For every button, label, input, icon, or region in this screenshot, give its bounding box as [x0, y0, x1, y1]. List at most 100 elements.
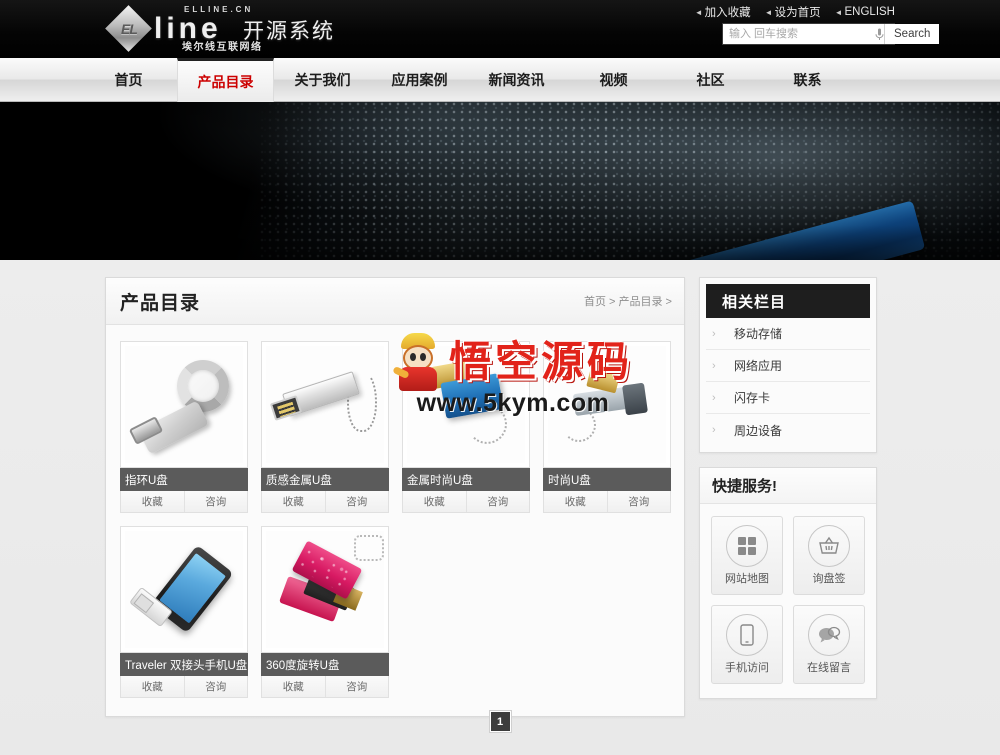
set-homepage-label: 设为首页	[774, 7, 821, 19]
breadcrumb[interactable]: 首页 > 产品目录 >	[584, 293, 672, 309]
quick-services-title: 快捷服务!	[700, 468, 876, 504]
product-card[interactable]: 时尚U盘 收藏 咨询	[543, 341, 671, 513]
product-card[interactable]: 金属时尚U盘 收藏 咨询	[402, 341, 530, 513]
nav-item-community[interactable]: 社区	[662, 58, 759, 102]
pagination-page-1[interactable]: 1	[490, 712, 510, 731]
product-actions: 收藏 咨询	[261, 491, 389, 513]
related-categories-title: 相关栏目	[706, 284, 870, 318]
hero-banner: DataTraveler VAULT PRIVACY DataTraveler …	[0, 102, 1000, 260]
sidebar-item-flash-cards[interactable]: › 闪存卡	[706, 382, 870, 414]
product-card[interactable]: 指环U盘 收藏 咨询	[120, 341, 248, 513]
banner-vignette	[0, 102, 1000, 260]
english-label: ENGLISH	[844, 6, 896, 18]
related-categories-box: 相关栏目 › 移动存储 › 网络应用 › 闪存卡 › 周边设备	[699, 277, 877, 453]
service-tile-sitemap[interactable]: 网站地图	[711, 516, 783, 595]
inquire-button[interactable]: 咨询	[183, 676, 248, 697]
nav-item-cases[interactable]: 应用案例	[371, 58, 468, 102]
english-link[interactable]: ◄ ENGLISH	[835, 6, 895, 18]
product-actions: 收藏 咨询	[402, 491, 530, 513]
favorite-button[interactable]: 收藏	[262, 491, 325, 512]
chevron-right-icon: ›	[712, 424, 716, 436]
related-categories-list: › 移动存储 › 网络应用 › 闪存卡 › 周边设备	[700, 318, 876, 452]
search-bar[interactable]: Search	[722, 23, 940, 45]
main-navigation: 首页 产品目录 关于我们 应用案例 新闻资讯 视频 社区 联系	[0, 58, 1000, 102]
page-body: 产品目录 首页 > 产品目录 > 指环U盘 收藏 咨询 质感金属U盘 收藏 咨询…	[0, 260, 1000, 755]
set-homepage-link[interactable]: ◄ 设为首页	[765, 4, 821, 20]
product-image[interactable]	[261, 526, 389, 653]
product-image[interactable]	[543, 341, 671, 468]
chat-icon	[808, 614, 850, 656]
panel-header: 产品目录 首页 > 产品目录 >	[106, 278, 684, 325]
service-tile-label: 询盘签	[812, 573, 846, 585]
service-tile-label: 在线留言	[807, 662, 851, 674]
inquire-button[interactable]: 咨询	[324, 676, 389, 697]
triangle-left-icon: ◄	[834, 7, 843, 17]
nav-item-home[interactable]: 首页	[80, 58, 177, 102]
product-name: 金属时尚U盘	[402, 468, 530, 491]
inquire-button[interactable]: 咨询	[183, 491, 248, 512]
service-tile-label: 手机访问	[725, 662, 769, 674]
sidebar-item-label: 网络应用	[734, 359, 783, 373]
logo-diamond-icon: EL	[105, 5, 152, 52]
logo-mark-text: EL	[121, 21, 138, 37]
site-header: EL ELLINE.CN line 埃尔线互联网络 开源系统 ◄ 加入收藏 ◄ …	[0, 0, 1000, 58]
quick-services-box: 快捷服务! 网站地图 询盘签 手机访问 在线留言	[699, 467, 877, 699]
header-utility-links: ◄ 加入收藏 ◄ 设为首页 ◄ ENGLISH	[695, 4, 895, 20]
basket-icon	[808, 525, 850, 567]
triangle-left-icon: ◄	[694, 7, 703, 17]
service-tile-mobile[interactable]: 手机访问	[711, 605, 783, 684]
product-catalog-panel: 产品目录 首页 > 产品目录 > 指环U盘 收藏 咨询 质感金属U盘 收藏 咨询…	[105, 277, 685, 717]
triangle-left-icon: ◄	[764, 7, 773, 17]
product-actions: 收藏 咨询	[543, 491, 671, 513]
product-actions: 收藏 咨询	[120, 491, 248, 513]
product-image[interactable]	[120, 526, 248, 653]
service-tile-label: 网站地图	[725, 573, 769, 585]
product-image[interactable]	[120, 341, 248, 468]
inquire-button[interactable]: 咨询	[324, 491, 389, 512]
phone-icon	[726, 614, 768, 656]
product-card[interactable]: Traveler 双接头手机U盘 收藏 咨询	[120, 526, 248, 698]
product-actions: 收藏 咨询	[120, 676, 248, 698]
product-image[interactable]	[402, 341, 530, 468]
inquire-button[interactable]: 咨询	[606, 491, 671, 512]
product-actions: 收藏 咨询	[261, 676, 389, 698]
sidebar-item-label: 闪存卡	[734, 391, 771, 405]
product-name: 指环U盘	[120, 468, 248, 491]
product-card[interactable]: 质感金属U盘 收藏 咨询	[261, 341, 389, 513]
favorite-button[interactable]: 收藏	[121, 491, 184, 512]
product-card[interactable]: 360度旋转U盘 收藏 咨询	[261, 526, 389, 698]
favorite-button[interactable]: 收藏	[121, 676, 184, 697]
product-image[interactable]	[261, 341, 389, 468]
favorite-button[interactable]: 收藏	[262, 676, 325, 697]
nav-item-contact[interactable]: 联系	[759, 58, 856, 102]
product-name: Traveler 双接头手机U盘	[120, 653, 248, 676]
nav-item-news[interactable]: 新闻资讯	[468, 58, 565, 102]
quick-services-grid: 网站地图 询盘签 手机访问 在线留言	[700, 504, 876, 698]
mic-icon[interactable]	[875, 24, 884, 44]
product-name: 时尚U盘	[543, 468, 671, 491]
sidebar: 相关栏目 › 移动存储 › 网络应用 › 闪存卡 › 周边设备 快捷服务! 网站…	[699, 277, 877, 699]
favorite-button[interactable]: 收藏	[403, 491, 466, 512]
add-favorite-label: 加入收藏	[704, 7, 751, 19]
inquire-button[interactable]: 咨询	[465, 491, 530, 512]
site-slogan: 开源系统	[243, 20, 335, 43]
product-name: 360度旋转U盘	[261, 653, 389, 676]
chevron-right-icon: ›	[712, 391, 716, 404]
nav-item-video[interactable]: 视频	[565, 58, 662, 102]
add-favorite-link[interactable]: ◄ 加入收藏	[695, 4, 751, 20]
site-logo[interactable]: EL ELLINE.CN line 埃尔线互联网络	[105, 5, 263, 53]
sidebar-item-peripherals[interactable]: › 周边设备	[706, 414, 870, 446]
chevron-right-icon: ›	[712, 327, 716, 340]
grid-icon	[726, 525, 768, 567]
search-button[interactable]: Search	[884, 24, 940, 44]
sidebar-item-network-apps[interactable]: › 网络应用	[706, 350, 870, 382]
service-tile-inquiry[interactable]: 询盘签	[793, 516, 865, 595]
service-tile-message[interactable]: 在线留言	[793, 605, 865, 684]
nav-item-about[interactable]: 关于我们	[274, 58, 371, 102]
product-name: 质感金属U盘	[261, 468, 389, 491]
sidebar-item-mobile-storage[interactable]: › 移动存储	[706, 318, 870, 350]
favorite-button[interactable]: 收藏	[544, 491, 607, 512]
nav-item-products[interactable]: 产品目录	[177, 58, 274, 102]
search-input[interactable]	[723, 24, 875, 44]
chevron-right-icon: ›	[712, 359, 716, 372]
